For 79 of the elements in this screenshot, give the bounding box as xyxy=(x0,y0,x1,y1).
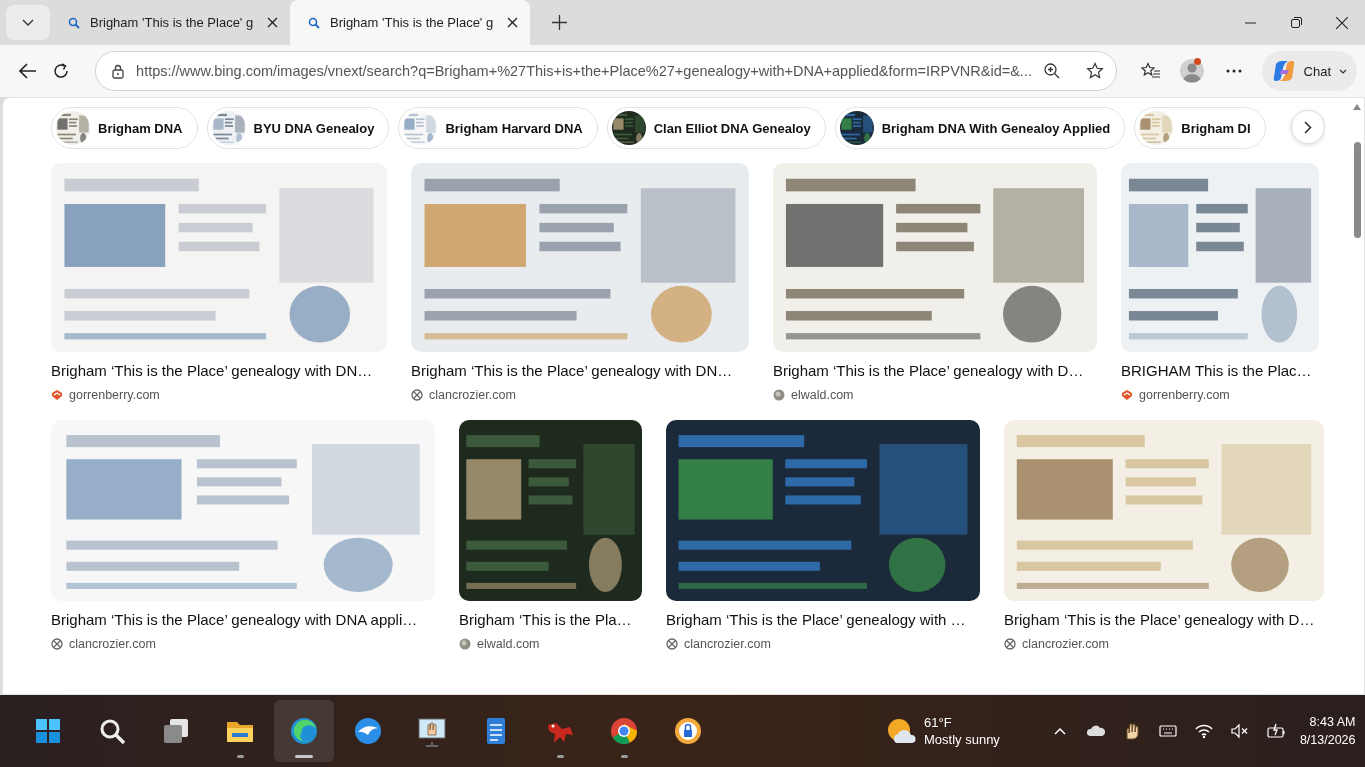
lock-shield-icon xyxy=(675,718,701,744)
source-domain[interactable]: clancrozier.com xyxy=(684,637,771,651)
source-domain[interactable]: clancrozier.com xyxy=(69,637,156,651)
result-title[interactable]: Brigham ‘This is the Place’ genealogy with DN… xyxy=(411,362,733,379)
avatar-icon xyxy=(1180,59,1205,83)
related-search-chip[interactable]: Clan Elliot DNA Genealoy xyxy=(606,107,826,149)
source-domain[interactable]: gorrenberry.com xyxy=(69,388,160,402)
plus-icon xyxy=(551,14,567,30)
crossed-circle-icon xyxy=(411,389,423,401)
shield-icon xyxy=(1121,389,1133,401)
bird-icon xyxy=(355,718,381,744)
search-icon xyxy=(68,16,80,29)
related-search-chip[interactable]: Brigham Harvard DNA xyxy=(398,107,598,149)
clock[interactable]: 8:43 AM 8/13/2026 xyxy=(1299,713,1356,749)
browser-tab[interactable]: Brigham 'This is the Place' g xyxy=(290,0,530,45)
url-text: https://www.bing.com/images/vnext/search?q=Brigham+%27This+is+the+Place%27+genealogy+with+DNA+applied&form=IRPVNR&id=&... xyxy=(136,63,1032,79)
battery-icon[interactable] xyxy=(1265,721,1286,741)
crossed-circle-icon xyxy=(51,638,63,650)
crossed-circle-icon xyxy=(1004,638,1016,650)
result-title[interactable]: Brigham ‘This is the Place’ genealogy with … xyxy=(666,611,966,628)
source-domain[interactable]: gorrenberry.com xyxy=(1139,388,1230,402)
result-title[interactable]: Brigham ‘This is the Place’ genealogy with D… xyxy=(773,362,1084,379)
caret-icon xyxy=(1339,68,1347,74)
result-title[interactable]: Brigham ‘This is the Place’ genealogy with DNA appli… xyxy=(51,611,418,628)
back-arrow-icon xyxy=(18,63,37,79)
folder-icon xyxy=(227,722,253,742)
task-view-icon xyxy=(164,719,188,743)
minimize-icon xyxy=(1244,21,1256,24)
lizard-icon xyxy=(548,723,573,743)
chat-button[interactable]: Chat xyxy=(1261,51,1357,91)
edge-icon xyxy=(291,718,317,744)
related-search-chip[interactable]: Brigham DI xyxy=(1134,107,1266,149)
running-indicator xyxy=(620,755,628,758)
search-icon xyxy=(308,16,320,29)
browser-tab[interactable]: Brigham 'This is the Place' g xyxy=(50,0,290,45)
source-domain[interactable]: clancrozier.com xyxy=(429,388,516,402)
taskbar-app[interactable] xyxy=(274,700,334,762)
chevron-down-icon xyxy=(22,18,34,27)
refresh-icon xyxy=(52,62,71,80)
crossed-circle-icon xyxy=(666,638,678,650)
close-icon[interactable] xyxy=(267,17,278,28)
source-domain[interactable]: clancrozier.com xyxy=(1022,637,1109,651)
result-title[interactable]: Brigham ‘This is the Place’ genealogy with DN… xyxy=(51,362,373,379)
result-title[interactable]: Brigham ‘This is the Place’ genealogy with D… xyxy=(1004,611,1315,628)
related-search-chip[interactable]: Brigham DNA With Genealoy Applied xyxy=(834,107,1126,149)
chrome-icon xyxy=(611,718,637,745)
related-search-chip[interactable]: Brigham DNA xyxy=(51,107,198,149)
windows-start-icon xyxy=(36,719,60,743)
running-indicator xyxy=(236,755,244,758)
related-search-chip[interactable]: BYU DNA Genealoy xyxy=(206,107,390,149)
zoom-in-icon[interactable] xyxy=(1043,63,1060,79)
close-icon[interactable] xyxy=(507,17,518,28)
result-title[interactable]: Brigham ‘This is the Pla… xyxy=(459,611,632,628)
address-bar[interactable]: https://www.bing.com/images/vnext/search?q=Brigham+%27This+is+the+Place%27+genealogy+with+DNA+applied&form=IRPVNR&id=&... xyxy=(95,51,1117,91)
source-domain[interactable]: elwald.com xyxy=(477,637,540,651)
restore-icon xyxy=(1290,17,1302,28)
result-title[interactable]: BRIGHAM This is the Plac… xyxy=(1121,362,1312,379)
more-icon xyxy=(1225,69,1242,73)
round-photo-icon xyxy=(773,389,785,401)
notepad-icon xyxy=(487,718,505,744)
round-photo-icon xyxy=(459,638,471,650)
running-indicator xyxy=(295,755,313,758)
scroll-thumb[interactable] xyxy=(1353,142,1361,238)
scroll-up-icon[interactable] xyxy=(1353,104,1361,110)
next-button[interactable] xyxy=(1291,110,1325,144)
star-icon[interactable] xyxy=(1085,62,1104,80)
shield-icon xyxy=(51,389,63,401)
close-icon xyxy=(1336,16,1348,29)
hand-monitor-icon xyxy=(418,718,446,747)
running-indicator xyxy=(556,755,564,758)
chevron-right-icon xyxy=(1304,120,1312,134)
search-icon xyxy=(100,719,126,745)
lock-icon xyxy=(112,63,125,79)
favorites-icon xyxy=(1140,62,1161,80)
copilot-icon xyxy=(1271,60,1296,82)
sun-cloud-icon xyxy=(886,717,916,745)
source-domain[interactable]: elwald.com xyxy=(791,388,854,402)
weather-widget[interactable]: 61°F Mostly sunny xyxy=(886,714,1000,748)
mute-icon[interactable] xyxy=(1229,721,1250,741)
